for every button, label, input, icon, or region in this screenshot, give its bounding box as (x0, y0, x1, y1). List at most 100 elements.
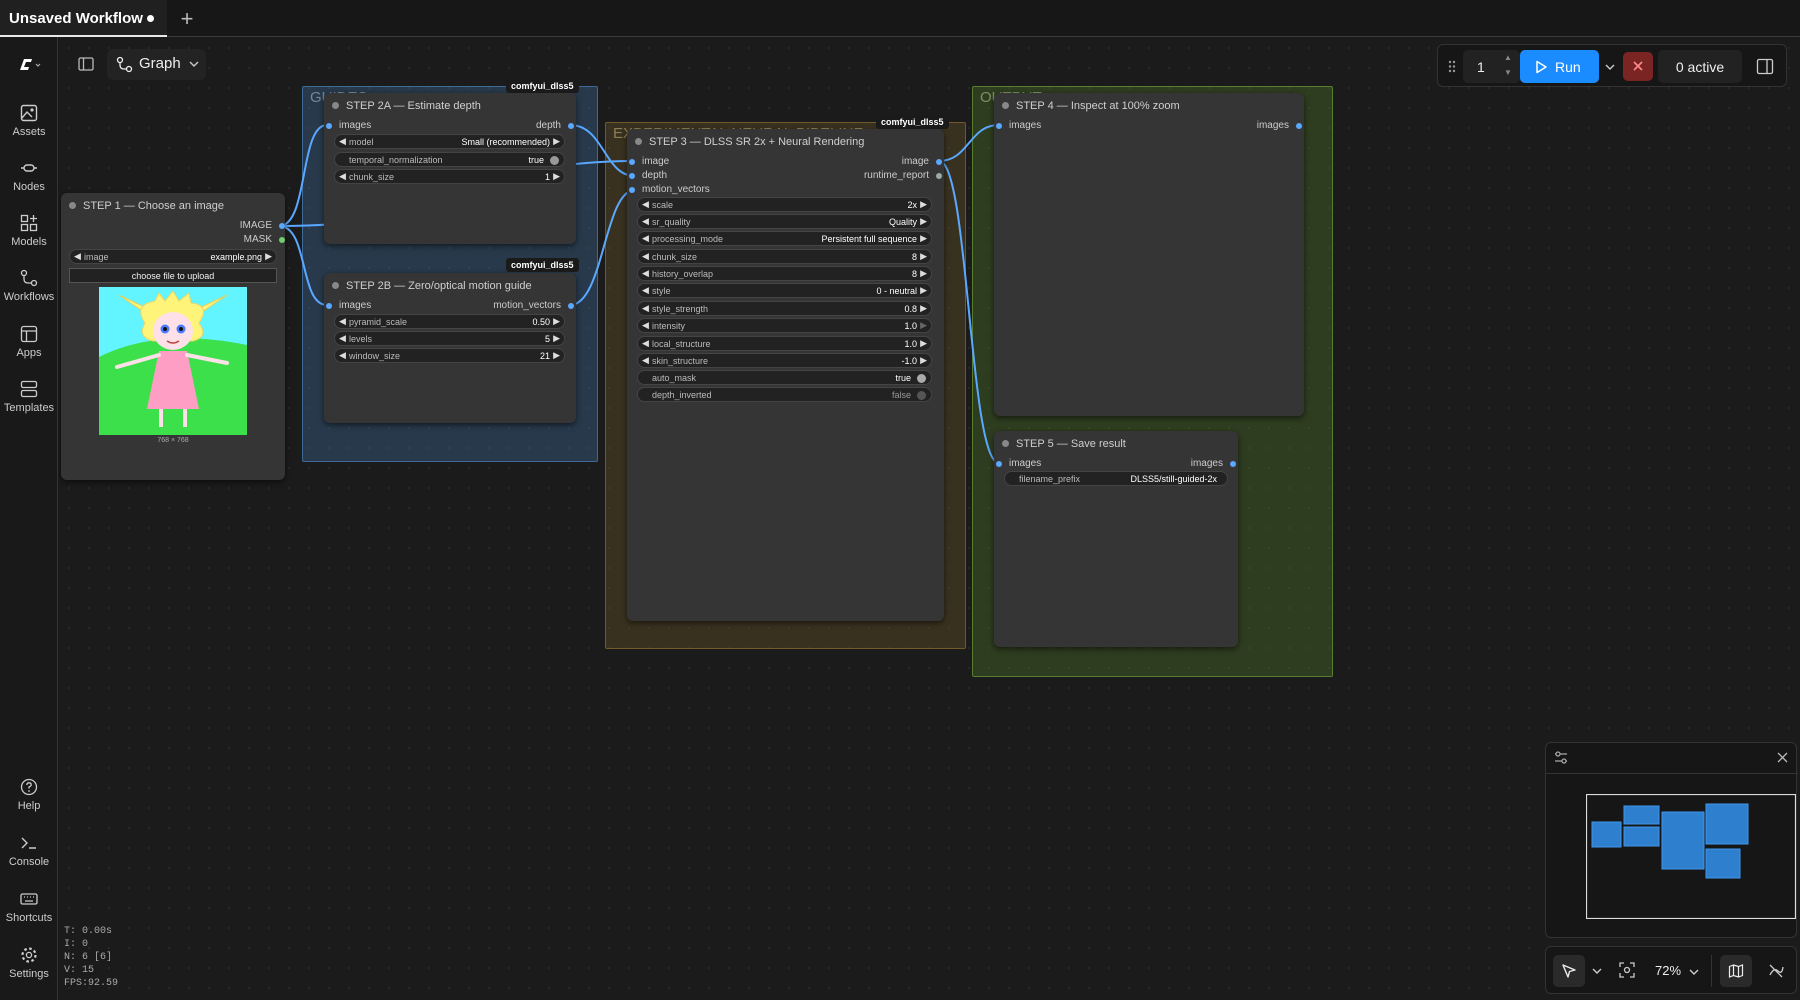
arrow-right-icon[interactable]: ▶ (920, 216, 927, 227)
output-image[interactable]: IMAGE (240, 220, 285, 231)
output-depth[interactable]: depth (536, 120, 574, 131)
toggle-minimap-button[interactable] (1720, 955, 1752, 987)
minimap-panel[interactable] (1545, 742, 1798, 938)
sidebar-item-assets[interactable]: Assets (0, 104, 58, 138)
input-depth[interactable]: depth (629, 170, 667, 181)
node-step5[interactable]: STEP 5 — Save result images images filen… (994, 431, 1238, 647)
output-mask[interactable]: MASK (244, 234, 285, 245)
chunk-size-stepper[interactable]: ◀ chunk_size 8 ▶ (637, 249, 932, 264)
arrow-right-icon[interactable]: ▶ (920, 303, 927, 314)
sidebar-item-workflows[interactable]: Workflows (0, 269, 58, 303)
node-step2b[interactable]: STEP 2B — Zero/optical motion guide imag… (324, 273, 576, 423)
input-images[interactable]: images (326, 120, 371, 131)
arrow-right-icon[interactable]: ▶ (553, 350, 560, 361)
node-step4[interactable]: STEP 4 — Inspect at 100% zoom images ima… (994, 93, 1304, 416)
model-combo[interactable]: ◀ model Small (recommended) ▶ (334, 134, 565, 149)
output-motion-vectors[interactable]: motion_vectors (493, 300, 574, 311)
intensity-stepper[interactable]: ◀ intensity 1.0 ▶ (637, 318, 932, 333)
arrow-right-icon[interactable]: ▶ (553, 136, 560, 147)
chunk-size-stepper[interactable]: ◀ chunk_size 1 ▶ (334, 169, 565, 184)
arrow-left-icon[interactable]: ◀ (642, 251, 649, 262)
arrow-right-icon[interactable]: ▶ (920, 285, 927, 296)
arrow-right-icon[interactable]: ▶ (920, 251, 927, 262)
comfy-logo-button[interactable] (0, 55, 58, 79)
sidebar-item-templates[interactable]: Templates (0, 380, 58, 414)
arrow-right-icon[interactable]: ▶ (920, 233, 927, 244)
output-image[interactable]: image (902, 156, 942, 167)
sidebar-item-models[interactable]: Models (0, 214, 58, 248)
arrow-left-icon[interactable]: ◀ (642, 285, 649, 296)
sidebar-item-settings[interactable]: Settings (0, 946, 58, 980)
queue-count-stepper[interactable]: 1 ▲ ▼ (1463, 50, 1520, 83)
arrow-left-icon[interactable]: ◀ (642, 320, 649, 331)
toggle-right-panel-button[interactable] (1748, 52, 1782, 81)
output-runtime-report[interactable]: runtime_report (864, 170, 942, 181)
settings-sliders-icon[interactable] (1554, 751, 1568, 764)
drag-handle-icon[interactable] (1448, 60, 1456, 73)
arrow-left-icon[interactable]: ◀ (642, 355, 649, 366)
fit-view-button[interactable] (1618, 961, 1638, 981)
arrow-left-icon[interactable]: ◀ (339, 171, 346, 182)
arrow-left-icon[interactable]: ◀ (339, 333, 346, 344)
new-tab-button[interactable]: + (176, 6, 198, 32)
node-step3[interactable]: STEP 3 — DLSS SR 2x + Neural Rendering i… (627, 129, 944, 621)
pyramid-scale-stepper[interactable]: ◀ pyramid_scale 0.50 ▶ (334, 314, 565, 329)
sidebar-item-console[interactable]: Console (0, 834, 58, 868)
arrow-right-icon[interactable]: ▶ (553, 316, 560, 327)
sidebar-item-shortcuts[interactable]: Shortcuts (0, 890, 58, 924)
arrow-left-icon[interactable]: ◀ (642, 303, 649, 314)
input-images[interactable]: images (996, 120, 1041, 131)
arrow-left-icon[interactable]: ◀ (642, 199, 649, 210)
output-images[interactable]: images (1257, 120, 1302, 131)
run-button[interactable]: Run (1520, 50, 1599, 83)
toggle-links-button[interactable] (1760, 955, 1792, 987)
arrow-right-icon[interactable]: ▶ (553, 333, 560, 344)
arrow-left-icon[interactable]: ◀ (642, 268, 649, 279)
processing-mode-combo[interactable]: ◀ processing_mode Persistent full sequence… (637, 231, 932, 246)
upload-button[interactable]: choose file to upload (69, 268, 277, 283)
zoom-level-dropdown[interactable]: 72% (1651, 961, 1701, 981)
arrow-left-icon[interactable]: ◀ (339, 316, 346, 327)
arrow-right-icon[interactable]: ▶ (920, 320, 927, 331)
input-images[interactable]: images (996, 458, 1041, 469)
sr-quality-combo[interactable]: ◀ sr_quality Quality ▶ (637, 214, 932, 229)
chevron-down-icon[interactable] (1592, 968, 1602, 975)
arrow-left-icon[interactable]: ◀ (642, 216, 649, 227)
sidebar-item-apps[interactable]: Apps (0, 325, 58, 359)
close-icon[interactable] (1777, 752, 1788, 763)
arrow-left-icon[interactable]: ◀ (339, 350, 346, 361)
decrement-icon[interactable]: ▼ (1504, 68, 1512, 77)
skin-structure-stepper[interactable]: ◀ skin_structure -1.0 ▶ (637, 353, 932, 368)
node-step2a[interactable]: STEP 2A — Estimate depth images depth ◀ m… (324, 93, 576, 244)
sidebar-item-help[interactable]: Help (0, 778, 58, 812)
image-combo[interactable]: ◀ image example.png ▶ (69, 249, 277, 264)
cancel-run-button[interactable] (1623, 52, 1653, 81)
run-options-dropdown[interactable] (1599, 50, 1621, 83)
arrow-left-icon[interactable]: ◀ (339, 136, 346, 147)
active-queue-button[interactable]: 0 active (1658, 50, 1742, 83)
arrow-left-icon[interactable]: ◀ (74, 251, 81, 262)
input-image[interactable]: image (629, 156, 669, 167)
arrow-right-icon[interactable]: ▶ (920, 355, 927, 366)
arrow-right-icon[interactable]: ▶ (920, 199, 927, 210)
temporal-normalization-toggle[interactable]: temporal_normalization true (334, 152, 565, 167)
arrow-right-icon[interactable]: ▶ (920, 268, 927, 279)
increment-icon[interactable]: ▲ (1504, 53, 1512, 62)
style-strength-stepper[interactable]: ◀ style_strength 0.8 ▶ (637, 301, 932, 316)
auto-mask-toggle[interactable]: auto_mask true (637, 370, 932, 385)
graph-canvas[interactable]: Graph GUIDES EXPERIMENTAL NEURAL PIPELIN… (59, 38, 1800, 1000)
depth-inverted-toggle[interactable]: depth_inverted false (637, 387, 932, 402)
filename-prefix-input[interactable]: filename_prefix DLSS5/still-guided-2x (1004, 471, 1228, 486)
arrow-right-icon[interactable]: ▶ (553, 171, 560, 182)
input-motion-vectors[interactable]: motion_vectors (629, 184, 710, 195)
input-images[interactable]: images (326, 300, 371, 311)
node-step1[interactable]: STEP 1 — Choose an image IMAGE MASK ◀ im… (61, 193, 285, 480)
arrow-right-icon[interactable]: ▶ (920, 338, 927, 349)
arrow-right-icon[interactable]: ▶ (265, 251, 272, 262)
select-tool-button[interactable] (1553, 955, 1585, 987)
local-structure-stepper[interactable]: ◀ local_structure 1.0 ▶ (637, 336, 932, 351)
style-combo[interactable]: ◀ style 0 - neutral ▶ (637, 283, 932, 298)
arrow-left-icon[interactable]: ◀ (642, 338, 649, 349)
sidebar-item-nodes[interactable]: Nodes (0, 159, 58, 193)
scale-combo[interactable]: ◀ scale 2x ▶ (637, 197, 932, 212)
